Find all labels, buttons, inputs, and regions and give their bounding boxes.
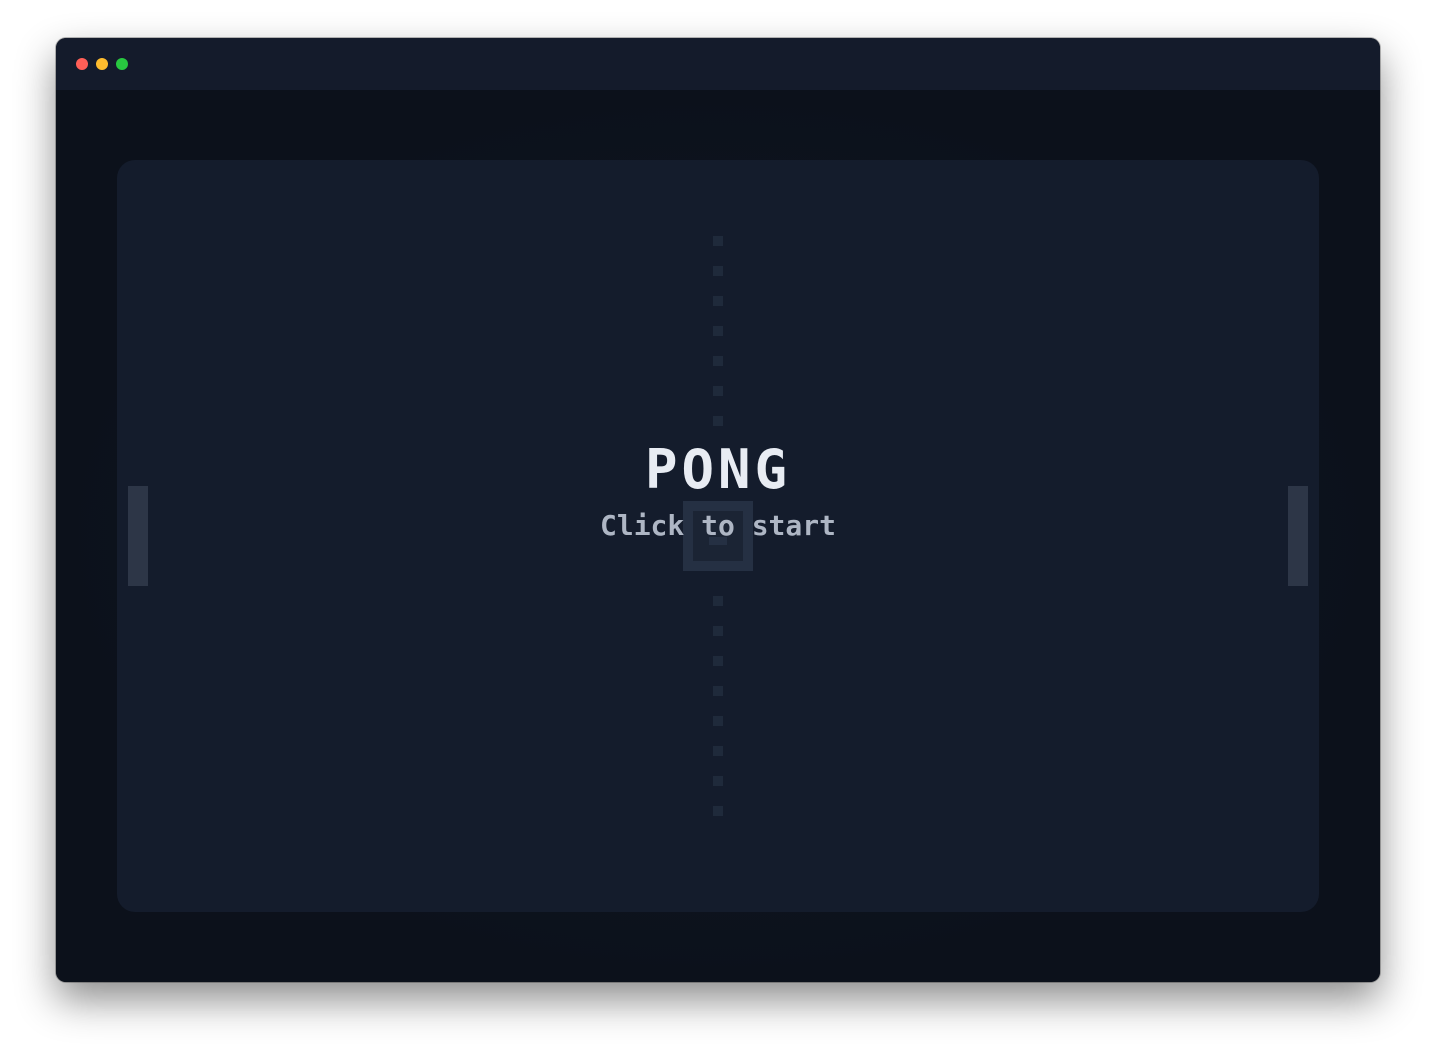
net-dash [713, 626, 723, 636]
net-dash [713, 596, 723, 606]
start-prompt[interactable]: Click to start [117, 508, 1319, 544]
net-dash [713, 266, 723, 276]
maximize-window-button[interactable] [116, 58, 128, 70]
app-window: PONG Click to start [56, 38, 1380, 982]
net-dash [713, 236, 723, 246]
net-dash [713, 416, 723, 426]
pong-court[interactable]: PONG Click to start [117, 160, 1319, 912]
net-dash [713, 326, 723, 336]
title-bar [56, 38, 1380, 90]
net-dash [713, 356, 723, 366]
game-title: PONG [644, 438, 792, 501]
game-area: PONG Click to start [56, 90, 1380, 982]
net-dash [713, 716, 723, 726]
net-dash [713, 386, 723, 396]
net-dash [713, 746, 723, 756]
net-dash [713, 656, 723, 666]
net-dash [713, 296, 723, 306]
net-dash [713, 686, 723, 696]
net-dash [713, 806, 723, 816]
minimize-window-button[interactable] [96, 58, 108, 70]
close-window-button[interactable] [76, 58, 88, 70]
net-dash [713, 776, 723, 786]
